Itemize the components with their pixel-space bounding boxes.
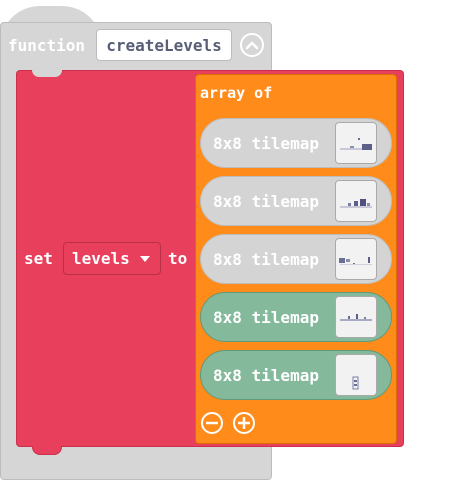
block-bottom-notch xyxy=(32,446,62,455)
tilemap-block-5[interactable]: 8x8 tilemap xyxy=(200,350,392,400)
function-keyword: function xyxy=(8,36,86,55)
variable-name: levels xyxy=(72,249,130,268)
tilemap-preview-icon xyxy=(340,314,372,321)
array-label: array of xyxy=(200,84,273,102)
tilemap-thumbnail[interactable] xyxy=(335,354,377,396)
variable-dropdown[interactable]: levels xyxy=(63,242,161,275)
to-label: to xyxy=(168,249,188,268)
tilemap-thumbnail[interactable] xyxy=(335,180,377,222)
tilemap-preview-icon xyxy=(340,199,372,208)
tilemap-label: 8x8 tilemap xyxy=(213,249,319,269)
chevron-up-icon xyxy=(245,41,259,50)
tilemap-preview-icon xyxy=(340,138,372,150)
block-top-notch xyxy=(32,70,62,77)
tilemap-label: 8x8 tilemap xyxy=(213,365,319,385)
tilemap-label: 8x8 tilemap xyxy=(213,307,319,327)
tilemap-block-2[interactable]: 8x8 tilemap xyxy=(200,176,392,226)
tilemap-block-4[interactable]: 8x8 tilemap xyxy=(200,292,392,342)
tilemap-thumbnail[interactable] xyxy=(335,296,377,338)
minus-circle-icon xyxy=(206,421,218,425)
tilemap-label: 8x8 tilemap xyxy=(213,191,319,211)
add-item-button[interactable] xyxy=(233,412,255,434)
tilemap-preview-icon xyxy=(339,257,372,265)
caret-down-icon xyxy=(139,255,150,262)
tilemap-thumbnail[interactable] xyxy=(335,122,377,164)
collapse-button[interactable] xyxy=(240,33,264,57)
set-label: set xyxy=(24,249,53,268)
tilemap-label: 8x8 tilemap xyxy=(213,133,319,153)
tilemap-thumbnail[interactable] xyxy=(335,238,377,280)
function-name-field[interactable]: createLevels xyxy=(96,29,232,61)
plus-circle-icon xyxy=(238,417,250,429)
tilemap-preview-icon xyxy=(352,376,359,390)
tilemap-block-3[interactable]: 8x8 tilemap xyxy=(200,234,392,284)
remove-item-button[interactable] xyxy=(201,412,223,434)
tilemap-block-1[interactable]: 8x8 tilemap xyxy=(200,118,392,168)
